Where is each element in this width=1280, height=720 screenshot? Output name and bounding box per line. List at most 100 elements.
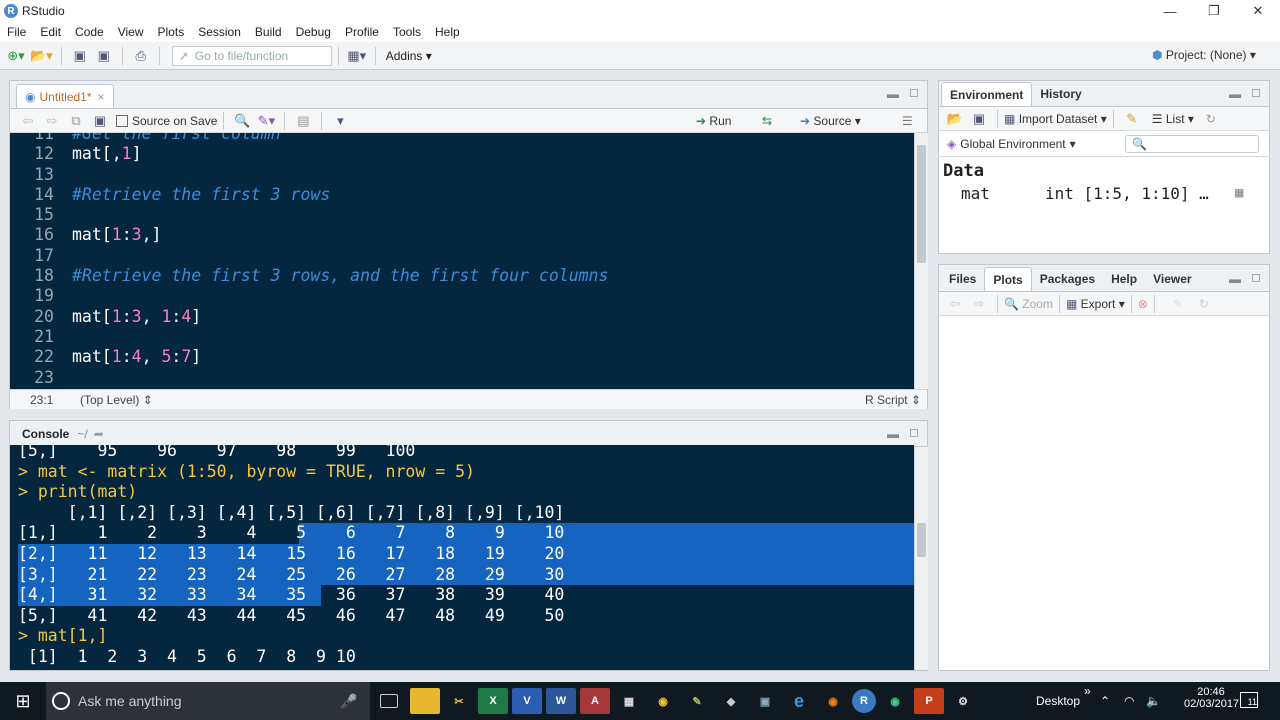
menu-file[interactable]: File <box>0 25 33 39</box>
load-workspace-icon[interactable]: 📂 <box>945 109 965 129</box>
editor-scrollbar[interactable] <box>914 133 928 389</box>
env-maximize-icon[interactable]: ◻ <box>1251 85 1261 99</box>
forward-icon[interactable]: ⇨ <box>42 111 62 131</box>
tool-icon[interactable]: ⚙ <box>948 688 978 714</box>
import-dataset-button[interactable]: ▦ Import Dataset ▾ <box>1004 112 1107 126</box>
microphone-icon[interactable]: 🎤 <box>340 693 357 710</box>
chrome-icon[interactable]: ◉ <box>648 688 678 714</box>
network-app-icon[interactable]: ▣ <box>750 688 780 714</box>
zoom-button[interactable]: 🔍 Zoom <box>1004 297 1053 311</box>
menu-plots[interactable]: Plots <box>151 25 192 39</box>
menu-build[interactable]: Build <box>248 25 289 39</box>
minimize-button[interactable]: — <box>1148 0 1192 22</box>
goto-dir-icon[interactable]: ➦ <box>94 427 104 441</box>
windows-start-icon[interactable]: ⊞ <box>0 691 46 712</box>
find-icon[interactable]: 🔍 <box>232 111 252 131</box>
prev-plot-icon[interactable]: ⇦ <box>945 294 965 314</box>
toolbar-overflow-icon[interactable]: » <box>1084 684 1091 698</box>
menu-session[interactable]: Session <box>191 25 248 39</box>
back-icon[interactable]: ⇦ <box>18 111 38 131</box>
console-scroll-thumb[interactable] <box>917 523 926 557</box>
code-editor[interactable]: 11 #Get the first column 12 mat[,1] 13 14 #Ret… <box>10 133 914 389</box>
env-row-mat[interactable]: mat int [1:5, 1:10] … ▦ <box>939 181 1269 205</box>
editor-line[interactable]: 18 #Retrieve the first 3 rows, and the fi… <box>10 266 914 286</box>
close-button[interactable]: ✕ <box>1236 0 1280 22</box>
word-icon[interactable]: W <box>546 688 576 714</box>
editor-line[interactable]: 19 <box>10 286 914 306</box>
files-minimize-icon[interactable]: ▬ <box>1229 272 1241 286</box>
file-type-selector[interactable]: R Script ⇕ <box>865 393 921 407</box>
action-center-icon[interactable]: 11 <box>1240 692 1258 708</box>
editor-scroll-thumb[interactable] <box>917 145 926 263</box>
menu-profile[interactable]: Profile <box>338 25 386 39</box>
visio-icon[interactable]: V <box>512 688 542 714</box>
editor-line[interactable]: 14 #Retrieve the first 3 rows <box>10 185 914 205</box>
tab-history[interactable]: History <box>1032 82 1089 106</box>
source-on-save-checkbox[interactable] <box>116 114 128 127</box>
environment-search-input[interactable]: 🔍 <box>1125 134 1259 153</box>
tab-environment[interactable]: Environment <box>941 82 1033 106</box>
maximize-button[interactable]: ❐ <box>1192 0 1236 22</box>
goto-file-input[interactable]: ➚ Go to file/function <box>171 45 332 66</box>
powerpoint-icon[interactable]: P <box>914 688 944 714</box>
view-data-icon[interactable]: ▦ <box>1235 185 1243 201</box>
access-icon[interactable]: A <box>580 688 610 714</box>
workspace-panes-icon[interactable]: ▦▾ <box>347 46 367 66</box>
refresh-icon[interactable]: ↻ <box>1206 112 1216 126</box>
cortana-search-box[interactable]: Ask me anything 🎤 <box>46 682 370 720</box>
more-dropdown-icon[interactable]: ▾ <box>330 111 350 131</box>
show-hidden-icons-icon[interactable]: ⌃ <box>1100 694 1110 708</box>
editor-line[interactable]: 11 #Get the first column <box>10 133 914 144</box>
notepad-icon[interactable]: ✎ <box>682 688 712 714</box>
volume-icon[interactable]: 🔈 <box>1146 694 1161 708</box>
editor-line[interactable]: 21 <box>10 327 914 347</box>
menu-debug[interactable]: Debug <box>289 25 338 39</box>
tab-plots[interactable]: Plots <box>984 267 1032 291</box>
open-file-icon[interactable]: 📂▾ <box>30 46 53 66</box>
pane-maximize-icon[interactable]: ◻ <box>909 85 919 99</box>
new-file-icon[interactable]: ⊕▾ <box>6 46 26 66</box>
firefox-icon[interactable]: ◉ <box>818 688 848 714</box>
edge-icon[interactable]: e <box>784 688 814 714</box>
project-menu[interactable]: ⬢ Project: (None) ▾ <box>1152 48 1256 62</box>
calculator-icon[interactable]: ▦ <box>614 688 644 714</box>
pane-minimize-icon[interactable]: ▬ <box>887 87 899 101</box>
tab-viewer[interactable]: Viewer <box>1145 267 1199 291</box>
rerun-icon[interactable]: ⇆ <box>762 114 772 128</box>
scope-dropdown-icon[interactable]: ▾ <box>1070 137 1076 151</box>
menu-view[interactable]: View <box>111 25 151 39</box>
list-view-button[interactable]: ☰ List ▾ <box>1152 112 1194 126</box>
save-icon[interactable]: ▣ <box>70 46 90 66</box>
editor-save-icon[interactable]: ▣ <box>90 111 110 131</box>
rstudio-taskbar-icon[interactable]: R <box>852 689 876 713</box>
task-view-icon[interactable] <box>380 694 398 708</box>
app-icon[interactable]: ◆ <box>716 688 746 714</box>
tab-help[interactable]: Help <box>1103 267 1145 291</box>
desktop-toolbar-label[interactable]: Desktop <box>1036 694 1080 708</box>
global-environment-selector[interactable]: Global Environment <box>960 137 1065 151</box>
compile-report-icon[interactable]: ▤ <box>293 111 313 131</box>
editor-line[interactable]: 17 <box>10 246 914 266</box>
excel-icon[interactable]: X <box>478 688 508 714</box>
save-all-icon[interactable]: ▣ <box>94 46 114 66</box>
source-button[interactable]: ➔ Source ▾ <box>800 114 861 128</box>
console-output[interactable]: [5,] 95 96 97 98 99 100 > mat <- matrix (… <box>10 445 914 670</box>
menu-edit[interactable]: Edit <box>33 25 68 39</box>
console-scrollbar[interactable] <box>914 447 928 670</box>
save-workspace-icon[interactable]: ▣ <box>969 109 989 129</box>
export-button[interactable]: ▦ Export ▾ <box>1066 297 1125 311</box>
editor-line[interactable]: 23 <box>10 368 914 388</box>
console-minimize-icon[interactable]: ▬ <box>887 427 899 441</box>
snipping-tool-icon[interactable]: ✂ <box>444 688 474 714</box>
remove-plot-icon[interactable]: ⊗ <box>1138 297 1148 311</box>
editor-line[interactable]: 22 mat[1:4, 5:7] <box>10 347 914 367</box>
editor-line[interactable]: 20 mat[1:3, 1:4] <box>10 307 914 327</box>
broom-icon[interactable]: ✎ <box>1122 109 1142 129</box>
console-maximize-icon[interactable]: ◻ <box>909 425 919 439</box>
editor-line[interactable]: 12 mat[,1] <box>10 144 914 164</box>
wifi-icon[interactable]: ◠ <box>1124 694 1134 708</box>
file-explorer-icon[interactable] <box>410 688 440 714</box>
print-icon[interactable]: ⎙ <box>131 46 151 66</box>
show-in-window-icon[interactable]: ⧉ <box>66 111 86 131</box>
clear-plots-icon[interactable]: ✎ <box>1173 297 1183 311</box>
